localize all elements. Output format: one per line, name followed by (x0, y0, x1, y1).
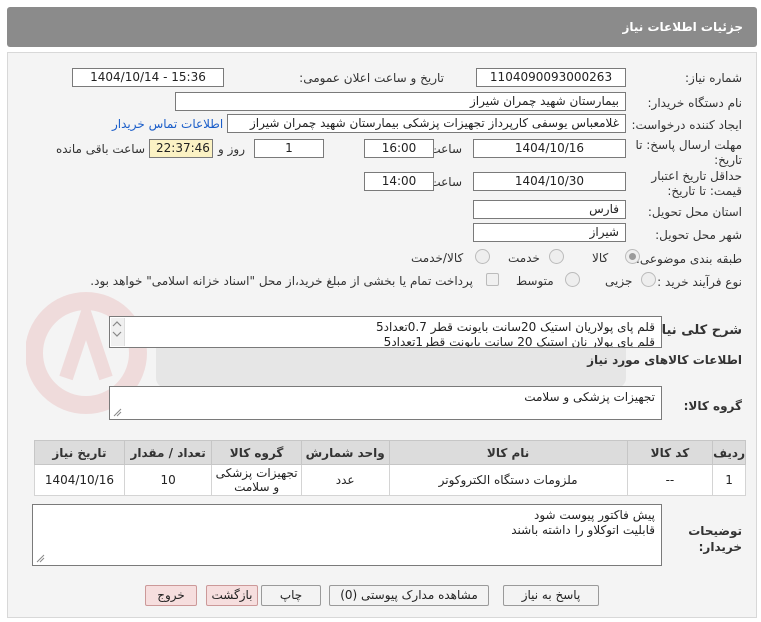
category-radio-goods-service[interactable] (475, 249, 490, 264)
reply-button[interactable]: پاسخ به نیاز (503, 585, 599, 606)
cell-row-number: 1 (712, 464, 746, 496)
send-time-label: ساعت (429, 142, 462, 156)
view-attachments-button[interactable]: مشاهده مدارک پیوستی (0) (329, 585, 489, 606)
cell-need-date: 1404/10/16 (34, 464, 125, 496)
col-unit: واحد شمارش (300, 440, 390, 465)
days-value: 1 (254, 139, 324, 158)
goods-group-textarea: تجهیزات پزشکی و سلامت (109, 386, 662, 420)
page-frame: جزئیات اطلاعات نیاز شماره نیاز: 11040900… (0, 0, 761, 622)
need-number-value: 1104090093000263 (476, 68, 626, 87)
process-radio-minor[interactable] (641, 272, 656, 287)
cell-goods-code: -- (626, 464, 714, 496)
category-radio-goods[interactable] (625, 249, 640, 264)
buyer-org-label: نام دستگاه خریدار: (647, 96, 743, 110)
col-row-number: ردیف (712, 440, 746, 465)
process-option-medium: متوسط (516, 274, 554, 288)
resize-grip-icon[interactable] (36, 554, 45, 563)
col-quantity: تعداد / مقدار (123, 440, 213, 465)
goods-group-label: گروه کالا: (683, 399, 742, 413)
price-date-value: 1404/10/30 (473, 172, 626, 191)
creator-label: ایجاد کننده درخواست: (631, 118, 742, 132)
cell-quantity: 10 (123, 464, 213, 496)
send-deadline-label: مهلت ارسال پاسخ: تا تاریخ: (635, 138, 742, 167)
price-time-label: ساعت (429, 175, 462, 189)
province-label: استان محل تحویل: (647, 205, 742, 219)
cell-goods-name: ملزومات دستگاه الکتروکوتر (388, 464, 628, 496)
buyer-notes-line-1: پیش فاکتور پیوست شود (533, 508, 655, 522)
category-option-service: خدمت (508, 251, 540, 265)
process-option-minor: جزیی (605, 274, 633, 288)
description-label: شرح کلی نیاز: (648, 323, 742, 338)
col-goods-group: گروه کالا (211, 440, 302, 465)
cell-unit: عدد (300, 464, 390, 496)
send-date-value: 1404/10/16 (473, 139, 626, 158)
days-label: روز و (218, 142, 245, 156)
remaining-time-label: ساعت باقی مانده (55, 142, 145, 156)
description-scrollbar[interactable] (111, 318, 125, 346)
description-line-2: قلم پای پولار نان استیک 20 سانت بایونت ق… (383, 335, 655, 348)
exit-button[interactable]: خروج (145, 585, 197, 606)
description-textarea: قلم پای پولاریان استیک 20سانت بایونت قطر… (109, 316, 662, 348)
buyer-notes-label: توضیحات خریدار: (688, 524, 742, 554)
treasury-checkbox[interactable] (486, 273, 499, 286)
need-number-label: شماره نیاز: (685, 71, 742, 85)
details-panel: شماره نیاز: 1104090093000263 تاریخ و ساع… (7, 52, 757, 618)
process-label: نوع فرآیند خرید : (657, 275, 742, 289)
buyer-notes-textarea: پیش فاکتور پیوست شود قابلیت اتوکلاو را د… (32, 504, 662, 566)
page-title: جزئیات اطلاعات نیاز (622, 20, 743, 34)
buyer-notes-line-2: قابلیت اتوکلاو را داشته باشند (511, 523, 655, 537)
send-time-value: 16:00 (364, 139, 434, 158)
col-goods-code: کد کالا (626, 440, 714, 465)
col-need-date: تاریخ نیاز (34, 440, 125, 465)
category-option-goods: کالا (592, 251, 609, 265)
goods-table-header: ردیف کد کالا نام کالا واحد شمارش گروه کا… (34, 440, 746, 465)
city-label: شهر محل تحویل: (655, 228, 742, 242)
goods-info-title: اطلاعات کالاهای مورد نیاز (587, 353, 742, 367)
resize-grip-icon[interactable] (113, 408, 122, 417)
back-button[interactable]: بازگشت (206, 585, 258, 606)
goods-table: ردیف کد کالا نام کالا واحد شمارش گروه کا… (34, 440, 746, 496)
col-goods-name: نام کالا (388, 440, 628, 465)
page-header: جزئیات اطلاعات نیاز (7, 7, 757, 47)
cell-goods-group: تجهیزات پزشکی و سلامت (211, 464, 302, 496)
category-radio-service[interactable] (549, 249, 564, 264)
announce-label: تاریخ و ساعت اعلان عمومی: (299, 71, 444, 85)
remaining-time-value: 22:37:46 (149, 139, 213, 158)
buyer-contact-link[interactable]: اطلاعات تماس خریدار (112, 117, 223, 131)
city-value: شیراز (473, 223, 626, 242)
province-value: فارس (473, 200, 626, 219)
category-option-goods-service: کالا/خدمت (411, 251, 464, 265)
print-button[interactable]: چاپ (261, 585, 321, 606)
creator-value: غلامعباس یوسفی کارپرداز تجهیزات پزشکی بی… (227, 114, 626, 133)
goods-group-value: تجهیزات پزشکی و سلامت (524, 390, 655, 404)
buyer-org-value: بیمارستان شهید چمران شیراز (175, 92, 626, 111)
payment-note: پرداخت تمام یا بخشی از مبلغ خرید،از محل … (90, 274, 473, 288)
price-validity-label: حداقل تاریخ اعتبار قیمت: تا تاریخ: (651, 169, 742, 198)
announce-value: 1404/10/14 - 15:36 (72, 68, 224, 87)
description-line-1: قلم پای پولاریان استیک 20سانت بایونت قطر… (376, 320, 655, 334)
price-time-value: 14:00 (364, 172, 434, 191)
category-label: طبقه بندی موضوعی: (635, 252, 742, 266)
process-radio-medium[interactable] (565, 272, 580, 287)
table-row: 1 -- ملزومات دستگاه الکتروکوتر عدد تجهیز… (34, 464, 746, 496)
scroll-arrows-icon (112, 321, 122, 337)
